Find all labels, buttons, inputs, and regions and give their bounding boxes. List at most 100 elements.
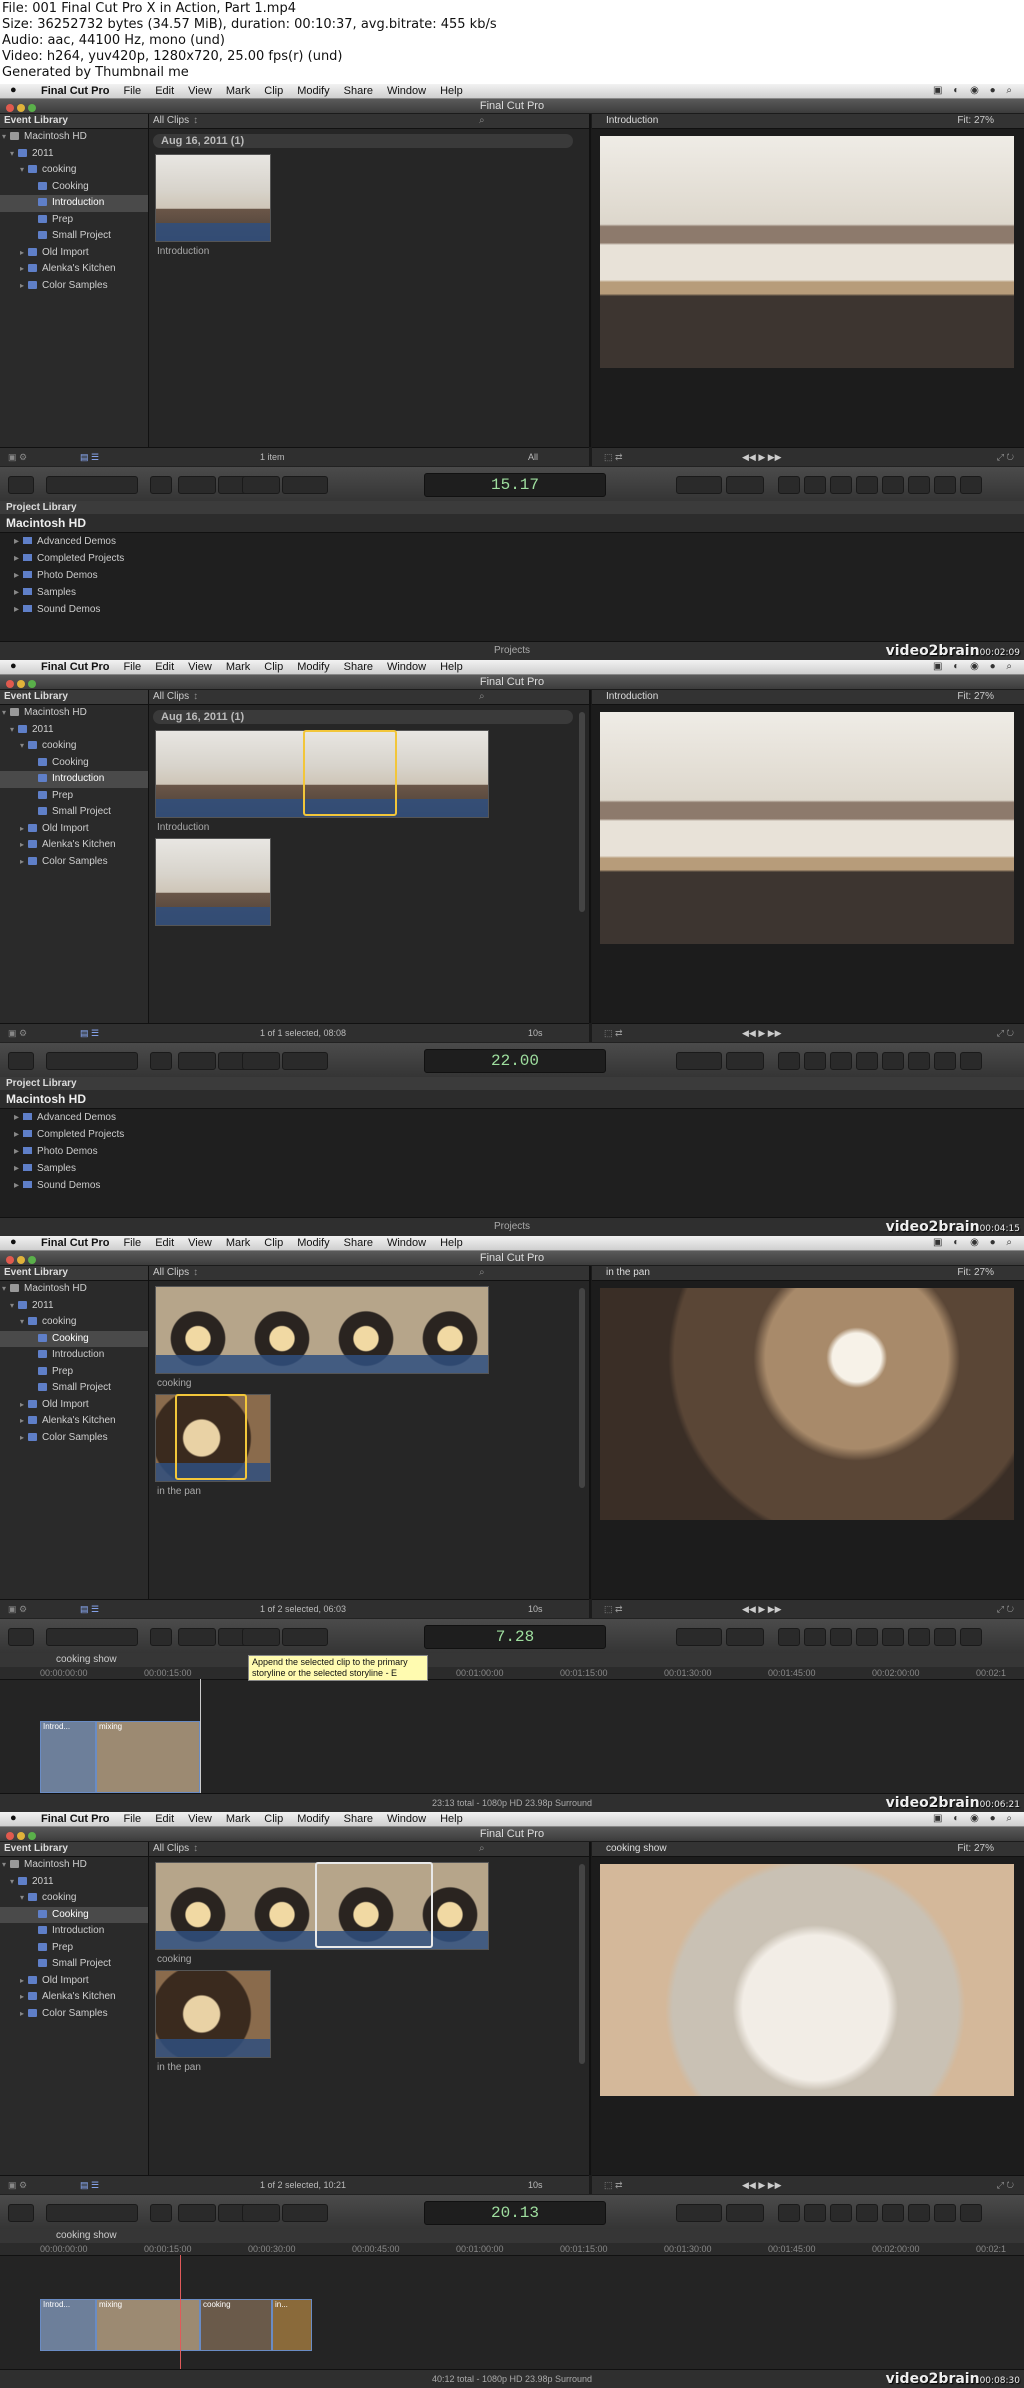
enhancements-button[interactable] <box>676 476 722 494</box>
project-disk[interactable]: Macintosh HD <box>0 1090 1024 1109</box>
menu-item[interactable]: Share <box>337 1812 380 1826</box>
disclosure-triangle-icon[interactable]: ▸ <box>20 821 28 838</box>
event-library-item[interactable]: ▸ Color Samples <box>0 2006 148 2023</box>
fullscreen-icon[interactable]: ⤢ ↻ <box>997 448 1014 466</box>
menu-item[interactable]: Help <box>433 1812 470 1826</box>
clip-thumbnail[interactable] <box>155 1286 489 1374</box>
menu-item[interactable]: Final Cut Pro <box>34 1236 116 1250</box>
event-library-item[interactable]: ▾ Macintosh HD <box>0 129 148 146</box>
keyword-icon[interactable] <box>150 1628 172 1646</box>
minimize-icon[interactable] <box>17 104 25 112</box>
chevron-updown-icon[interactable]: ↕ <box>193 1843 198 1854</box>
disclosure-triangle-icon[interactable]: ▸ <box>14 553 19 564</box>
menu-item[interactable]: Mark <box>219 1236 257 1250</box>
inspector-icon[interactable] <box>960 476 982 494</box>
timeline-playhead[interactable] <box>180 2255 181 2370</box>
search-icon[interactable]: ⌕ <box>479 690 485 704</box>
filmstrip-view-icon[interactable]: ▤ ☰ <box>80 1024 99 1042</box>
timeline-clip[interactable]: Introd... <box>40 1721 96 1793</box>
event-library-item[interactable]: Prep <box>0 1364 148 1381</box>
retime-button[interactable] <box>726 1052 764 1070</box>
connect-clip-button[interactable] <box>178 2204 216 2222</box>
title-icon[interactable] <box>882 2204 904 2222</box>
disclosure-triangle-icon[interactable]: ▸ <box>20 1973 28 1990</box>
enhancements-button[interactable] <box>676 2204 722 2222</box>
browser-filter-all[interactable]: All <box>528 448 538 466</box>
event-library-item[interactable]: Cooking <box>0 1906 148 1923</box>
photo-browser-icon[interactable] <box>778 476 800 494</box>
project-folder[interactable]: ▸ Advanced Demos <box>0 533 1024 550</box>
menu-item[interactable]: Edit <box>148 1812 181 1826</box>
disclosure-triangle-icon[interactable]: ▸ <box>20 278 28 295</box>
disclosure-triangle-icon[interactable]: ▸ <box>14 604 19 615</box>
clip-zoom-level[interactable]: 10s <box>528 1600 543 1618</box>
inspector-icon[interactable] <box>960 1052 982 1070</box>
photo-browser-icon[interactable] <box>778 1628 800 1646</box>
apple-icon[interactable]: ● <box>10 1812 17 1824</box>
browser-scrollbar[interactable] <box>579 712 585 912</box>
connect-clip-button[interactable] <box>178 1628 216 1646</box>
menu-item[interactable]: View <box>181 84 219 98</box>
disclosure-triangle-icon[interactable]: ▸ <box>20 854 28 871</box>
import-icon[interactable] <box>8 2204 34 2222</box>
event-library-item[interactable]: ▸ Alenka's Kitchen <box>0 837 148 854</box>
event-library-item[interactable]: ▸ Old Import <box>0 245 148 262</box>
rating-buttons[interactable] <box>46 1628 138 1646</box>
filmstrip-view-icon[interactable]: ▤ ☰ <box>80 2176 99 2194</box>
menu-item[interactable]: Clip <box>257 1236 290 1250</box>
viewer-zoom[interactable]: Fit: 27% <box>957 114 994 128</box>
browser-filter-label[interactable]: All Clips <box>153 1843 189 1854</box>
timeline-clip[interactable]: Introd... <box>40 2299 96 2351</box>
menu-item[interactable]: Help <box>433 1236 470 1250</box>
event-library-item[interactable]: Introduction <box>0 1347 148 1364</box>
search-icon[interactable]: ⌕ <box>479 1266 485 1280</box>
disclosure-triangle-icon[interactable]: ▾ <box>2 705 10 722</box>
disclosure-triangle-icon[interactable]: ▸ <box>20 1413 28 1430</box>
photo-browser-icon[interactable] <box>778 1052 800 1070</box>
viewer-tools-icon[interactable]: ⬚ ⇄ <box>604 448 623 466</box>
themes-icon[interactable] <box>934 476 956 494</box>
event-library-item[interactable]: ▸ Alenka's Kitchen <box>0 261 148 278</box>
event-library-item[interactable]: ▾ Macintosh HD <box>0 1857 148 1874</box>
event-library-item[interactable]: Introduction <box>0 1923 148 1940</box>
disclosure-triangle-icon[interactable]: ▸ <box>20 245 28 262</box>
disclosure-triangle-icon[interactable]: ▸ <box>14 536 19 547</box>
playback-controls-icon[interactable]: ◀◀ ▶ ▶▶ <box>742 448 782 466</box>
event-library-item[interactable]: Prep <box>0 1940 148 1957</box>
transitions-icon[interactable] <box>856 1628 878 1646</box>
menu-item[interactable]: Share <box>337 84 380 98</box>
clip-thumbnail[interactable] <box>155 1970 271 2058</box>
zoom-icon[interactable] <box>28 680 36 688</box>
apple-icon[interactable]: ● <box>10 84 17 96</box>
menu-item[interactable]: Mark <box>219 1812 257 1826</box>
append-clip-button[interactable] <box>242 476 280 494</box>
event-library-item[interactable]: Cooking <box>0 179 148 196</box>
disclosure-triangle-icon[interactable]: ▾ <box>20 1314 28 1331</box>
append-clip-button[interactable] <box>242 2204 280 2222</box>
search-icon[interactable]: ⌕ <box>479 114 485 128</box>
event-library-item[interactable]: ▸ Old Import <box>0 1973 148 1990</box>
retime-button[interactable] <box>726 2204 764 2222</box>
inspector-icon[interactable] <box>960 2204 982 2222</box>
disclosure-triangle-icon[interactable]: ▾ <box>20 1890 28 1907</box>
filmstrip-view-icon[interactable]: ▤ ☰ <box>80 1600 99 1618</box>
disclosure-triangle-icon[interactable]: ▾ <box>2 129 10 146</box>
music-note-icon[interactable] <box>830 1052 852 1070</box>
menu-item[interactable]: Clip <box>257 84 290 98</box>
project-folder[interactable]: ▸ Samples <box>0 1160 1024 1177</box>
project-folder[interactable]: ▸ Samples <box>0 584 1024 601</box>
playback-controls-icon[interactable]: ◀◀ ▶ ▶▶ <box>742 2176 782 2194</box>
camera-icon[interactable] <box>804 1628 826 1646</box>
enhancements-button[interactable] <box>676 1052 722 1070</box>
transitions-icon[interactable] <box>856 1052 878 1070</box>
event-library-item[interactable]: Small Project <box>0 804 148 821</box>
viewer-video-frame[interactable] <box>600 712 1014 944</box>
chevron-updown-icon[interactable]: ↕ <box>193 115 198 126</box>
keyword-icon[interactable] <box>150 1052 172 1070</box>
append-clip-button[interactable] <box>242 1052 280 1070</box>
disclosure-triangle-icon[interactable]: ▸ <box>20 1430 28 1447</box>
disclosure-triangle-icon[interactable]: ▾ <box>10 146 18 163</box>
menu-item[interactable]: Mark <box>219 84 257 98</box>
viewer-tools-icon[interactable]: ⬚ ⇄ <box>604 1600 623 1618</box>
title-icon[interactable] <box>882 476 904 494</box>
